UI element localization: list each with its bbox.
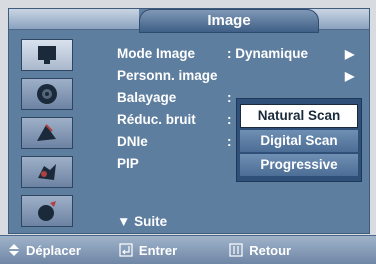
option-natural-scan[interactable]: Natural Scan [240, 104, 358, 128]
footer-bar: Déplacer Entrer Retour [0, 235, 376, 264]
category-sound[interactable] [21, 78, 73, 110]
menu-item-value: : [227, 112, 232, 127]
top-bar-left [9, 9, 139, 30]
option-digital-scan[interactable]: Digital Scan [240, 130, 358, 152]
menu-title: Image [139, 9, 319, 33]
speaker-icon [37, 84, 57, 104]
footer-enter: Entrer [119, 243, 177, 258]
category-function[interactable] [21, 156, 73, 188]
menu-icon [229, 243, 243, 257]
category-picture[interactable] [21, 39, 73, 71]
updown-arrows-icon [9, 244, 19, 256]
menu-item-value: : [227, 90, 232, 105]
setup-icon [38, 201, 56, 221]
menu-item-value: : [227, 134, 232, 149]
more-items-indicator[interactable]: ▼ Suite [117, 214, 167, 229]
menu-item-label: Balayage [117, 90, 177, 105]
arrow-right-icon: ▶ [345, 69, 355, 83]
menu-item-personn-image[interactable]: Personn. image ▶ [117, 66, 367, 86]
footer-back-label: Retour [249, 242, 292, 258]
footer-enter-label: Entrer [138, 242, 178, 258]
scan-mode-dropdown: Natural Scan Digital Scan Progressive [236, 98, 362, 182]
menu-item-label: PIP [117, 156, 139, 171]
category-channel[interactable] [21, 117, 73, 149]
tv-icon [38, 46, 56, 64]
category-setup[interactable] [21, 195, 73, 227]
menu-item-label: Personn. image [117, 68, 218, 83]
menu-item-label: DNIe [117, 134, 148, 149]
footer-back: Retour [229, 243, 291, 258]
footer-move: Déplacer [8, 243, 81, 258]
menu-item-value: : Dynamique [227, 46, 309, 61]
enter-icon [119, 243, 133, 257]
arrow-right-icon: ▶ [345, 47, 355, 61]
option-progressive[interactable]: Progressive [240, 154, 358, 176]
menu-item-label: Mode Image [117, 46, 196, 61]
footer-move-label: Déplacer [26, 242, 81, 258]
menu-item-label: Réduc. bruit [117, 112, 196, 127]
satellite-icon [37, 124, 56, 141]
menu-item-mode-image[interactable]: Mode Image : Dynamique ▶ [117, 44, 367, 64]
osd-screen: Image Mode Image: Dynamique ▶ Personn. … [0, 0, 376, 264]
category-icon-column [21, 39, 75, 234]
gear-icon [38, 164, 56, 180]
